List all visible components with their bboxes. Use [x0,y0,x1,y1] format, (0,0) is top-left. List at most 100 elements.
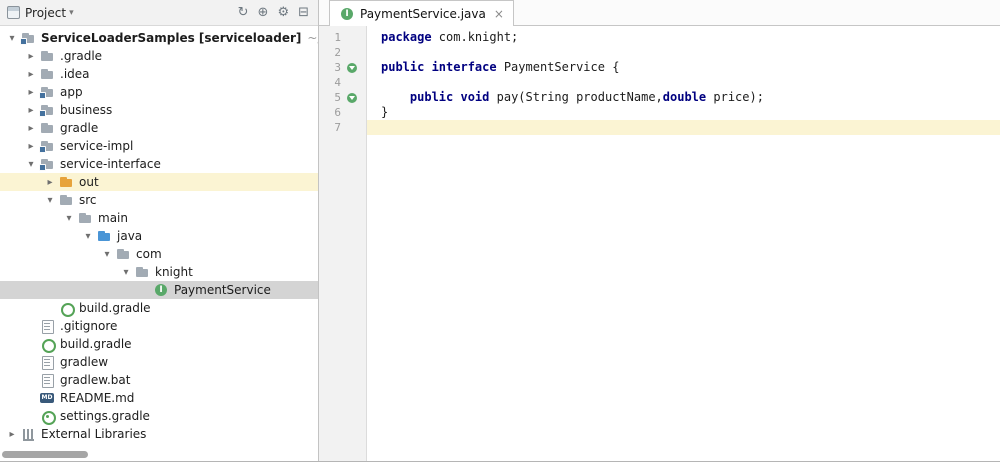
tree-item-out[interactable]: ▸ out [0,173,318,191]
chevron-collapsed-icon[interactable]: ▸ [4,429,20,440]
chevron-expanded-icon[interactable]: ▾ [23,159,39,170]
code-line-3[interactable]: public interface PaymentService { [367,60,1000,75]
tree-item-paymentservice[interactable]: PaymentService [0,281,318,299]
code-text: pay(String productName, [489,90,663,104]
editor-body: 1 2 3 4 5 6 7 package com.knight; public interf… [319,26,1000,461]
tree-item-external-libraries[interactable]: ▸ External Libraries [0,425,318,443]
project-toolbar: ↻ ⊕ ⚙ ⊟ [238,6,311,19]
chevron-expanded-icon[interactable]: ▾ [42,195,58,206]
chevron-expanded-icon[interactable]: ▾ [61,213,77,224]
line-number: 3 [334,61,341,74]
tree-item-settings-gradle[interactable]: settings.gradle [0,407,318,425]
collapse-all-icon[interactable]: ⊟ [298,6,309,19]
code-line-2[interactable] [367,45,1000,60]
chevron-collapsed-icon[interactable]: ▸ [23,69,39,80]
tree-item-label: app [60,85,83,99]
chevron-collapsed-icon[interactable]: ▸ [23,141,39,152]
code-text: price); [706,90,764,104]
chevron-expanded-icon[interactable]: ▾ [4,33,20,44]
sync-icon[interactable]: ↻ [238,6,249,19]
chevron-collapsed-icon[interactable]: ▸ [23,123,39,134]
gradle-settings-icon [39,408,56,425]
code-text: PaymentService { [496,60,620,74]
gradle-icon [58,300,75,317]
folder-icon [77,210,93,226]
tree-item-serviceloadersamples-serviceloader[interactable]: ▾ ServiceLoaderSamples [serviceloader] ~/c… [0,29,318,47]
tree-item-label: business [60,103,113,117]
code-line-4[interactable] [367,75,1000,90]
tree-item-gradle[interactable]: ▸ gradle [0,119,318,137]
gradle-icon [39,336,56,353]
folder-icon [39,48,55,64]
chevron-expanded-icon[interactable]: ▾ [118,267,134,278]
chevron-collapsed-icon[interactable]: ▸ [42,177,58,188]
chevron-down-icon[interactable]: ▾ [69,8,74,18]
tree-item-label: out [79,175,99,189]
code-line-1[interactable]: package com.knight; [367,30,1000,45]
tree-item-business[interactable]: ▸ business [0,101,318,119]
file-icon [39,372,55,388]
tab-paymentservice-java[interactable]: PaymentService.java × [329,0,514,26]
tree-item-src[interactable]: ▾ src [0,191,318,209]
implemented-marker-icon[interactable] [347,62,357,73]
tree-item-gradlew[interactable]: gradlew [0,353,318,371]
tree-item-knight[interactable]: ▾ knight [0,263,318,281]
horizontal-scrollbar-thumb[interactable] [2,451,88,458]
tree-item-java[interactable]: ▾ java [0,227,318,245]
project-panel-title[interactable]: Project [25,6,66,20]
tree-item-service-interface[interactable]: ▾ service-interface [0,155,318,173]
tree-item-gradle[interactable]: ▸ .gradle [0,47,318,65]
code-text: com.knight; [431,30,519,44]
code-keyword: public interface [381,60,497,74]
line-number: 2 [334,46,341,59]
code-line-7[interactable] [367,120,1000,135]
close-icon[interactable]: × [494,7,504,21]
code-line-5[interactable]: public void pay(String productName,doubl… [367,90,1000,105]
tree-item-label: gradle [60,121,99,135]
gutter-row-4: 4 [319,75,366,90]
ide-window: Project ▾ ↻ ⊕ ⚙ ⊟ ▾ ServiceLoaderSamples [se… [0,0,1000,462]
code-area[interactable]: package com.knight; public interface Paym… [367,26,1000,461]
chevron-collapsed-icon[interactable]: ▸ [23,87,39,98]
tree-item-label: settings.gradle [60,409,150,423]
tree-item-build-gradle[interactable]: build.gradle [0,335,318,353]
line-number: 7 [334,121,341,134]
gutter-marker-slot [341,62,363,73]
tree-item-service-impl[interactable]: ▸ service-impl [0,137,318,155]
chevron-expanded-icon[interactable]: ▾ [99,249,115,260]
file-icon [39,318,55,334]
tree-item-label: .gradle [60,49,103,63]
tree-item-gradlew-bat[interactable]: gradlew.bat [0,371,318,389]
tree-item-label: service-impl [60,139,134,153]
tree-item-label: .idea [60,67,90,81]
chevron-collapsed-icon[interactable]: ▸ [23,51,39,62]
tree-item-idea[interactable]: ▸ .idea [0,65,318,83]
module-icon [39,156,55,172]
settings-gear-icon[interactable]: ⚙ [277,6,289,19]
project-tree: ▾ ServiceLoaderSamples [serviceloader] ~/c… [0,26,318,461]
chevron-collapsed-icon[interactable]: ▸ [23,105,39,116]
tree-item-label: java [117,229,143,243]
editor-panel: PaymentService.java × 1 2 3 4 5 6 7 package co… [319,0,1000,461]
tree-item-app[interactable]: ▸ app [0,83,318,101]
gutter-row-7: 7 [319,120,366,135]
folder-excluded-icon [58,174,74,190]
tree-item-main[interactable]: ▾ main [0,209,318,227]
tree-item-label: com [136,247,162,261]
implemented-marker-icon[interactable] [347,92,357,103]
tree-item-label: .gitignore [60,319,118,333]
tree-item-label: knight [155,265,193,279]
tree-item-label: PaymentService [174,283,271,297]
chevron-expanded-icon[interactable]: ▾ [80,231,96,242]
code-line-6[interactable]: } [367,105,1000,120]
tree-item-gitignore[interactable]: .gitignore [0,317,318,335]
tree-item-build-gradle[interactable]: build.gradle [0,299,318,317]
tree-item-readme-md[interactable]: README.md [0,389,318,407]
editor-tab-bar: PaymentService.java × [319,0,1000,26]
locate-file-icon[interactable]: ⊕ [258,6,269,19]
interface-icon [153,282,169,298]
tree-item-qualifier: ~/code [307,31,318,45]
tree-item-com[interactable]: ▾ com [0,245,318,263]
gutter-row-2: 2 [319,45,366,60]
folder-source-icon [96,228,112,244]
